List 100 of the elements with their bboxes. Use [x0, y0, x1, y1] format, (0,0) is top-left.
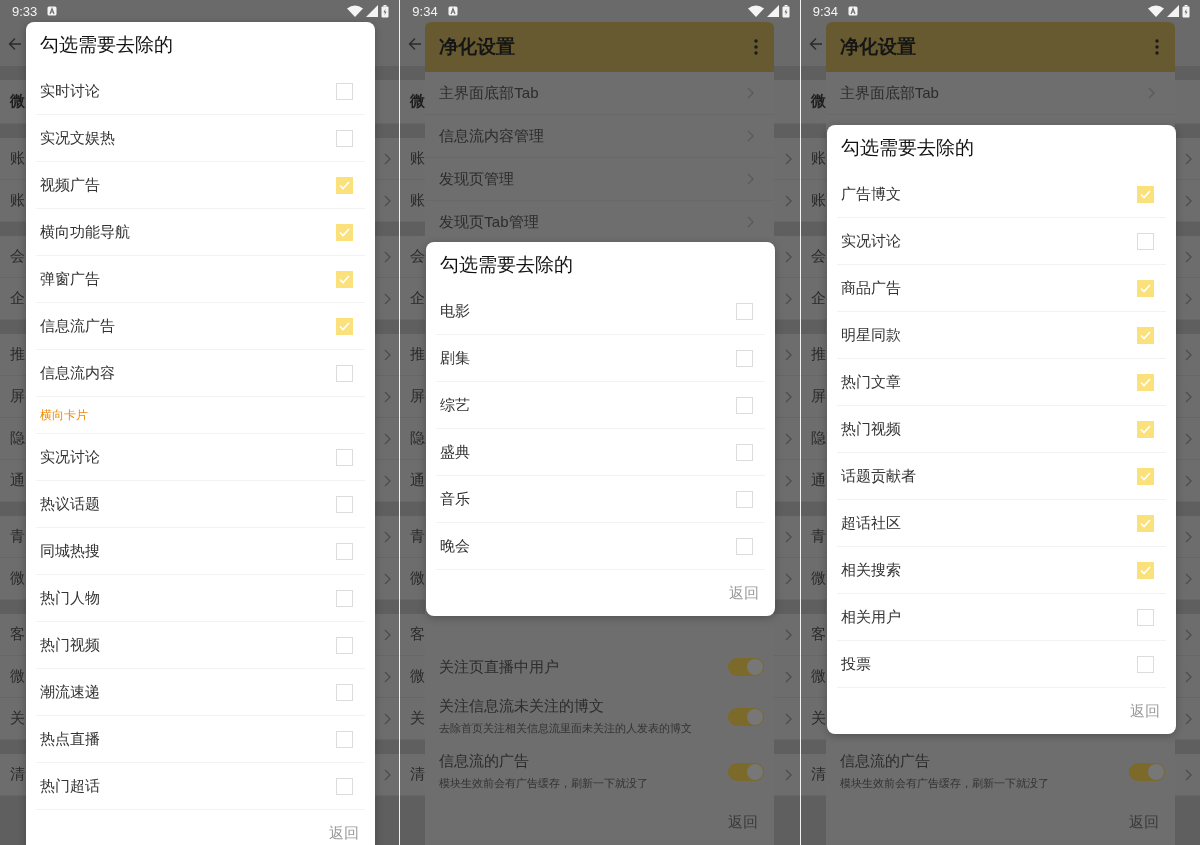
- setting-label: 屏: [810, 387, 826, 406]
- chevron-right-icon: [384, 348, 392, 361]
- checkbox[interactable]: [1136, 655, 1154, 673]
- check-icon: [339, 227, 350, 237]
- checkbox[interactable]: [336, 542, 353, 560]
- checkbox[interactable]: [736, 490, 754, 508]
- option-label[interactable]: 电影: [440, 301, 471, 321]
- option-label[interactable]: 热点直播: [40, 729, 100, 749]
- checkbox[interactable]: [336, 317, 353, 335]
- option-label[interactable]: 热门超话: [40, 776, 100, 796]
- checkbox[interactable]: [1136, 514, 1154, 532]
- option-label[interactable]: 相关用户: [840, 607, 901, 627]
- checkbox[interactable]: [736, 443, 754, 461]
- checkbox[interactable]: [736, 537, 754, 555]
- option-label[interactable]: 投票: [840, 654, 871, 674]
- checkbox[interactable]: [336, 448, 353, 466]
- checkbox[interactable]: [336, 270, 353, 288]
- setting-label: 通: [810, 471, 826, 490]
- checkbox[interactable]: [1136, 467, 1154, 485]
- chevron-right-icon: [384, 628, 392, 641]
- setting-label: 屏: [10, 387, 25, 406]
- checkbox[interactable]: [336, 636, 353, 654]
- checkbox[interactable]: [336, 683, 353, 701]
- option-label[interactable]: 明星同款: [840, 325, 901, 345]
- option-label[interactable]: 商品广告: [840, 278, 901, 298]
- option-label[interactable]: 热门视频: [840, 419, 901, 439]
- chevron-right-icon: [1185, 292, 1192, 305]
- chevron-right-icon: [1185, 628, 1192, 641]
- option-label[interactable]: 热门人物: [40, 588, 100, 608]
- checkbox[interactable]: [336, 223, 353, 241]
- setting-label: 推: [810, 345, 826, 364]
- option-label[interactable]: 视频广告: [40, 175, 100, 195]
- battery-icon: [381, 4, 390, 18]
- chevron-right-icon: [384, 530, 392, 543]
- option-label[interactable]: 信息流广告: [40, 316, 115, 336]
- checkbox[interactable]: [1136, 279, 1154, 297]
- checkbox[interactable]: [1136, 608, 1154, 626]
- option-label[interactable]: 实况讨论: [40, 447, 100, 467]
- back-arrow-icon[interactable]: [408, 37, 423, 51]
- check-icon: [1139, 424, 1151, 434]
- checkbox[interactable]: [336, 495, 353, 513]
- setting-label: 客: [10, 625, 25, 644]
- check-icon: [339, 321, 350, 331]
- dialog-title: 净化设置: [839, 35, 916, 59]
- setting-label: 企: [810, 289, 826, 308]
- option-label[interactable]: 热议话题: [40, 494, 100, 514]
- checkbox[interactable]: [736, 302, 754, 320]
- option-label[interactable]: 实时讨论: [40, 81, 100, 101]
- checkbox[interactable]: [336, 82, 353, 100]
- option-label[interactable]: 横向功能导航: [40, 222, 130, 242]
- option-label[interactable]: 超话社区: [840, 513, 901, 533]
- checkbox[interactable]: [336, 777, 353, 795]
- back-arrow-icon[interactable]: [808, 37, 823, 51]
- option-label[interactable]: 弹窗广告: [40, 269, 100, 289]
- option-label[interactable]: 音乐: [440, 489, 471, 509]
- setting-label: 关: [810, 709, 826, 728]
- toggle-switch[interactable]: [728, 658, 765, 676]
- toggle-switch[interactable]: [728, 707, 765, 726]
- more-options-icon[interactable]: [1154, 39, 1159, 55]
- checkbox[interactable]: [736, 349, 754, 367]
- option-label[interactable]: 广告博文: [840, 184, 901, 204]
- checkbox[interactable]: [336, 730, 353, 748]
- option-label[interactable]: 实况讨论: [840, 231, 901, 251]
- checkbox[interactable]: [1136, 373, 1154, 391]
- option-label[interactable]: 潮流速递: [40, 682, 100, 702]
- checkbox[interactable]: [336, 364, 353, 382]
- option-label[interactable]: 盛典: [440, 442, 471, 462]
- option-label[interactable]: 综艺: [440, 395, 471, 415]
- chevron-right-icon: [384, 152, 392, 165]
- option-label[interactable]: 话题贡献者: [840, 466, 916, 486]
- chevron-right-icon: [1185, 152, 1192, 165]
- setting-label: 推: [10, 345, 25, 364]
- option-label[interactable]: 实况文娱热: [40, 128, 115, 148]
- check-icon: [1139, 565, 1151, 575]
- option-label[interactable]: 热门文章: [840, 372, 901, 392]
- checkbox[interactable]: [1136, 420, 1154, 438]
- toggle-switch[interactable]: [728, 762, 765, 781]
- signal-icon: [766, 5, 779, 17]
- dialog-title: 净化设置: [439, 35, 516, 59]
- option-label[interactable]: 热门视频: [40, 635, 100, 655]
- checkbox[interactable]: [336, 129, 353, 147]
- more-options-icon[interactable]: [754, 39, 759, 55]
- option-label[interactable]: 信息流内容: [40, 363, 115, 383]
- checkbox[interactable]: [1136, 232, 1154, 250]
- setting-label: 微: [10, 667, 25, 686]
- option-label[interactable]: 剧集: [440, 348, 471, 368]
- checkbox[interactable]: [336, 589, 353, 607]
- checkbox[interactable]: [1136, 185, 1154, 203]
- option-label[interactable]: 同城热搜: [40, 541, 100, 561]
- toggle-switch[interactable]: [1128, 762, 1165, 781]
- chevron-right-icon: [384, 670, 392, 683]
- wifi-icon: [347, 5, 364, 17]
- checkbox[interactable]: [1136, 326, 1154, 344]
- setting-label: 客: [810, 625, 826, 644]
- option-label[interactable]: 晚会: [440, 536, 471, 556]
- checkbox[interactable]: [336, 176, 353, 194]
- back-arrow-icon[interactable]: [8, 37, 22, 51]
- checkbox[interactable]: [736, 396, 754, 414]
- checkbox[interactable]: [1136, 561, 1154, 579]
- option-label[interactable]: 相关搜索: [840, 560, 901, 580]
